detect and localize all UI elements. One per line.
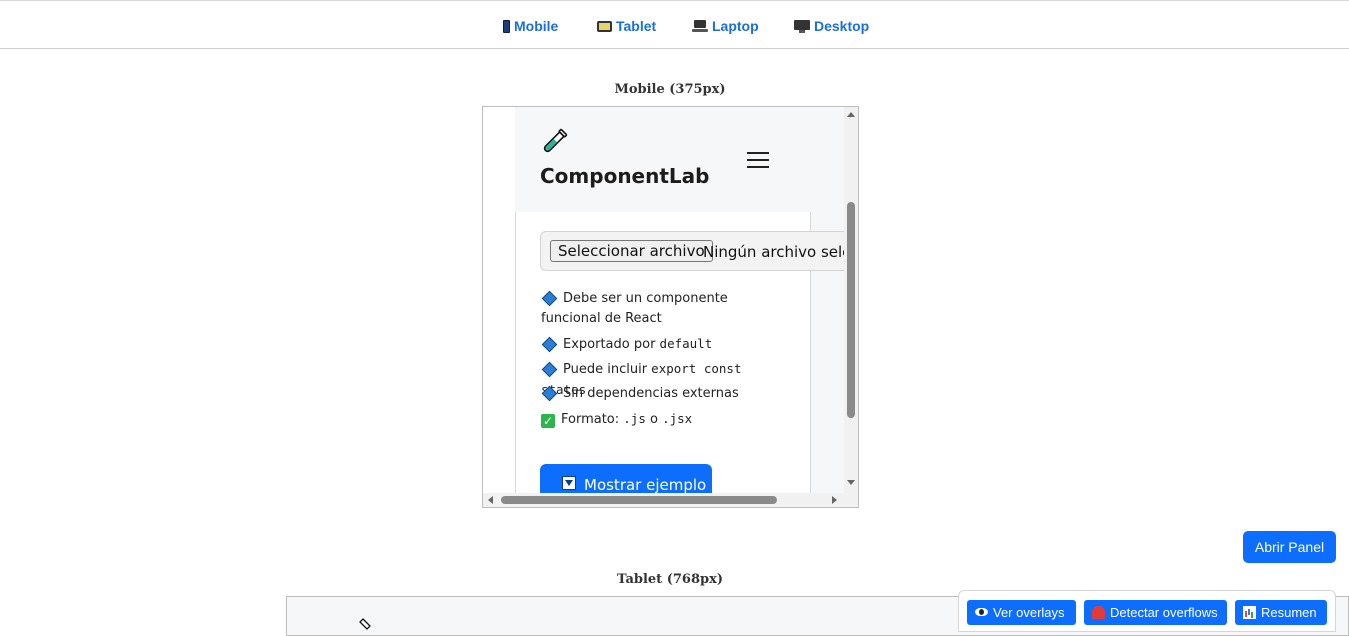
desktop-icon — [794, 19, 810, 33]
scroll-up-arrow-icon[interactable] — [847, 112, 855, 117]
nav-tablet[interactable]: Tablet — [597, 18, 656, 34]
view-overlays-button[interactable]: Ver overlays — [967, 600, 1076, 625]
nav-mobile[interactable]: Mobile — [503, 18, 558, 34]
requirement-item: Sin dependencias externas — [541, 384, 791, 404]
mobile-viewport[interactable]: ComponentLab Seleccionar archivo Ningún … — [483, 107, 844, 493]
blue-diamond-icon — [541, 361, 558, 377]
nav-mobile-label: Mobile — [514, 18, 559, 34]
file-status-text: Ningún archivo selec — [703, 243, 844, 261]
format-separator: o — [645, 412, 663, 427]
scrollbar-corner — [844, 493, 858, 507]
requirement-text: Exportado por — [563, 337, 660, 352]
nav-desktop[interactable]: Desktop — [794, 18, 869, 34]
scroll-right-arrow-icon[interactable] — [832, 496, 837, 504]
detect-overflows-button[interactable]: Detectar overflows — [1084, 600, 1227, 625]
nav-laptop[interactable]: Laptop — [692, 18, 759, 34]
horizontal-scrollbar[interactable] — [483, 493, 844, 507]
file-upload-field[interactable]: Seleccionar archivo Ningún archivo selec — [540, 231, 844, 271]
mobile-section-title: Mobile (375px) — [614, 82, 726, 97]
debug-toolbar: Ver overlays Detectar overflows Resumen — [958, 590, 1336, 632]
hamburger-icon[interactable] — [747, 152, 769, 172]
show-example-button[interactable]: Mostrar ejemplo — [540, 464, 712, 493]
vertical-scrollbar[interactable] — [844, 107, 858, 493]
requirement-text: Puede incluir — [563, 362, 652, 377]
nav-laptop-label: Laptop — [712, 18, 759, 34]
bar-chart-icon — [1243, 606, 1256, 619]
tablet-section-title: Tablet (768px) — [617, 572, 723, 587]
nav-tablet-label: Tablet — [616, 18, 657, 34]
scroll-down-arrow-icon[interactable] — [847, 480, 855, 485]
triangle-down-icon — [562, 476, 576, 490]
requirement-text: Sin dependencias externas — [563, 386, 739, 401]
mobile-phone-icon — [503, 19, 510, 33]
requirement-code: default — [659, 336, 713, 351]
requirement-item: Exportado por default — [541, 334, 791, 355]
open-panel-button[interactable]: Abrir Panel — [1243, 531, 1336, 563]
check-mark-icon: ✓ — [541, 414, 555, 428]
format-code-js: .js — [623, 411, 646, 426]
summary-button[interactable]: Resumen — [1235, 600, 1327, 625]
blue-diamond-icon — [541, 336, 558, 352]
blue-diamond-icon — [541, 290, 558, 306]
view-overlays-label: Ver overlays — [993, 605, 1065, 620]
format-code-jsx: .jsx — [662, 411, 693, 426]
scroll-left-arrow-icon[interactable] — [488, 496, 493, 504]
format-label: Formato: — [561, 412, 624, 427]
device-nav-bar: Mobile Tablet Laptop Desktop — [0, 0, 1349, 49]
mobile-preview-frame: ComponentLab Seleccionar archivo Ningún … — [482, 106, 859, 508]
test-tube-icon — [543, 128, 568, 153]
test-tube-icon — [359, 618, 371, 630]
summary-label: Resumen — [1261, 605, 1317, 620]
brand-title: ComponentLab — [540, 164, 710, 188]
vertical-scroll-thumb[interactable] — [847, 202, 855, 418]
siren-icon — [1092, 606, 1105, 619]
blue-diamond-icon — [541, 385, 558, 401]
requirement-item: Debe ser un componente funcional de Reac… — [541, 289, 791, 329]
eye-icon — [975, 608, 988, 616]
detect-overflows-label: Detectar overflows — [1110, 605, 1218, 620]
viewport-background — [811, 107, 844, 493]
requirement-text: Debe ser un componente funcional de Reac… — [541, 291, 728, 326]
select-file-button[interactable]: Seleccionar archivo — [550, 240, 713, 262]
horizontal-scroll-thumb[interactable] — [501, 496, 777, 504]
format-item: ✓ Formato: .js o .jsx — [541, 409, 791, 430]
tablet-icon — [597, 20, 612, 32]
nav-desktop-label: Desktop — [814, 18, 870, 34]
show-example-label: Mostrar ejemplo — [584, 476, 707, 493]
laptop-icon — [692, 20, 708, 32]
